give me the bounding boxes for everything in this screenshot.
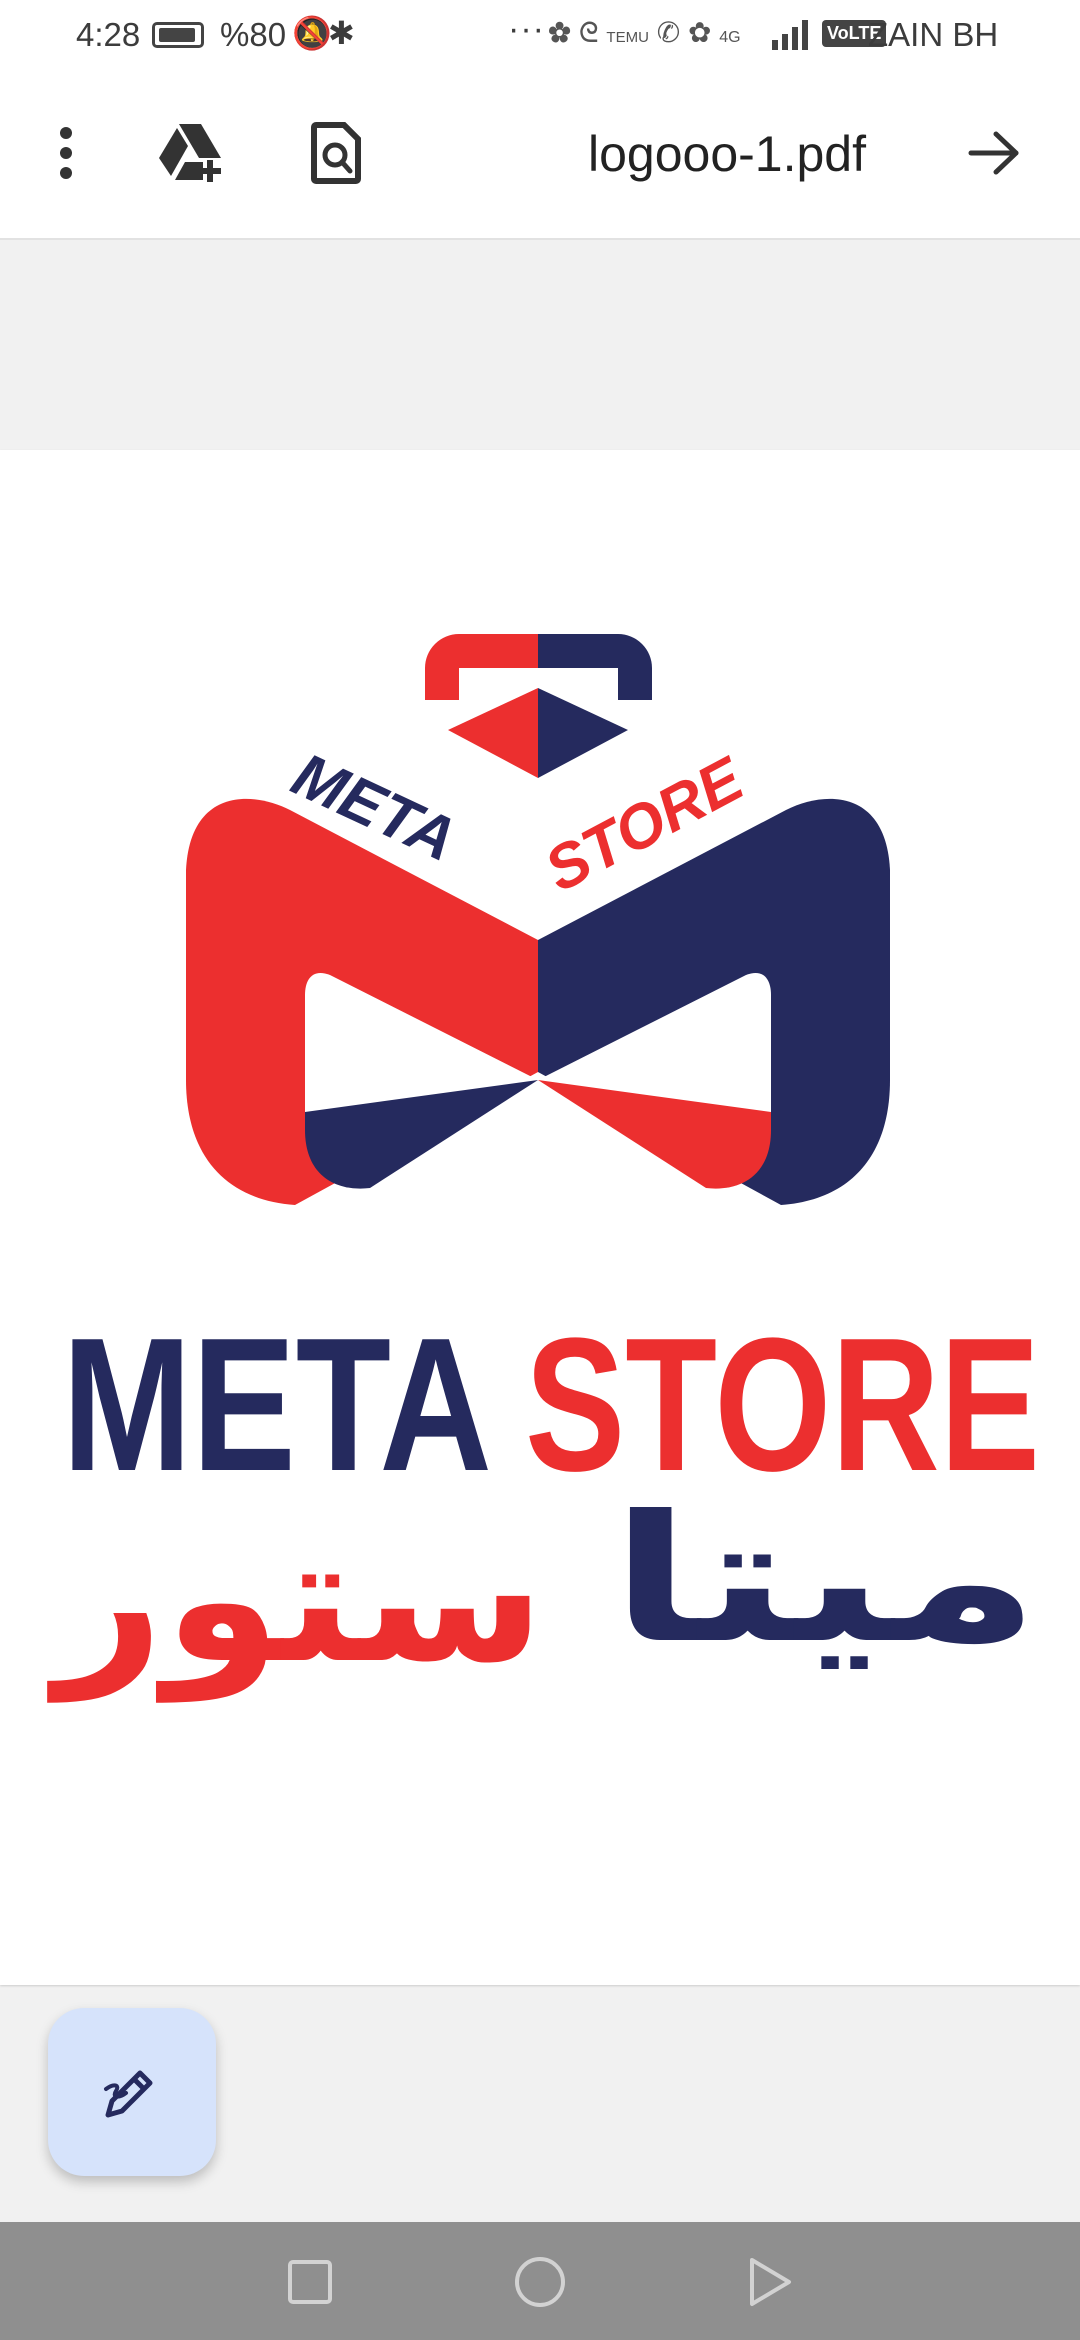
find-in-page-icon <box>311 122 361 184</box>
arabic-store: ستور <box>46 1499 545 1703</box>
more-options-button[interactable] <box>26 113 106 193</box>
network-label: 4G <box>719 29 741 46</box>
pdf-page[interactable]: META STORE META STORE ميتا ستور <box>0 450 1080 1985</box>
title-meta: META <box>62 1299 492 1511</box>
more-notifications-icon: ··· <box>508 10 545 48</box>
back-button[interactable] <box>730 2242 810 2322</box>
app-notif-icon: ᘓ <box>578 17 599 48</box>
home-circle-icon <box>515 2257 565 2307</box>
notification-icons: ✿ ᘓ TEMU ✆ ✿ 4G <box>548 16 741 50</box>
find-in-document-button[interactable] <box>296 113 376 193</box>
edit-fab-button[interactable] <box>48 2008 216 2176</box>
meta-store-logo: META STORE META STORE ميتا ستور <box>46 634 1040 1703</box>
battery-percent: %80 <box>220 16 287 53</box>
system-nav-bar <box>0 2222 1080 2340</box>
add-to-drive-button[interactable] <box>152 113 232 193</box>
arrow-forward-icon <box>968 131 1019 175</box>
clock: 4:28 <box>76 16 141 53</box>
app-notif-icon: ✿ <box>687 17 712 48</box>
back-triangle-icon <box>750 2258 791 2306</box>
battery-icon <box>152 22 204 48</box>
mute-bell-icon: 🔕 <box>292 15 332 51</box>
add-to-drive-icon <box>159 124 221 182</box>
home-button[interactable] <box>500 2242 580 2322</box>
recents-button[interactable] <box>270 2242 350 2322</box>
file-name-title: logooo-1.pdf <box>588 126 867 182</box>
app-notif-icon: ✿ <box>548 17 572 48</box>
status-bar: 4:28 %80 🔕 ✱ ··· ✿ ᘓ TEMU ✆ ✿ 4G VoLTE Z… <box>0 0 1080 75</box>
bluetooth-icon: ✱ <box>328 15 355 51</box>
recents-square-icon <box>288 2260 332 2304</box>
temu-label: TEMU <box>606 29 649 46</box>
phone-icon: ✆ <box>656 17 681 48</box>
carrier-name: ZAIN BH <box>868 16 999 53</box>
open-forward-button[interactable] <box>955 113 1035 193</box>
edit-pen-icon <box>104 2070 153 2118</box>
arabic-meta: ميتا <box>610 1479 1040 1682</box>
more-vert-icon <box>60 127 72 179</box>
top-toolbar: logooo-1.pdf <box>0 75 1080 240</box>
signal-icon <box>772 20 808 50</box>
